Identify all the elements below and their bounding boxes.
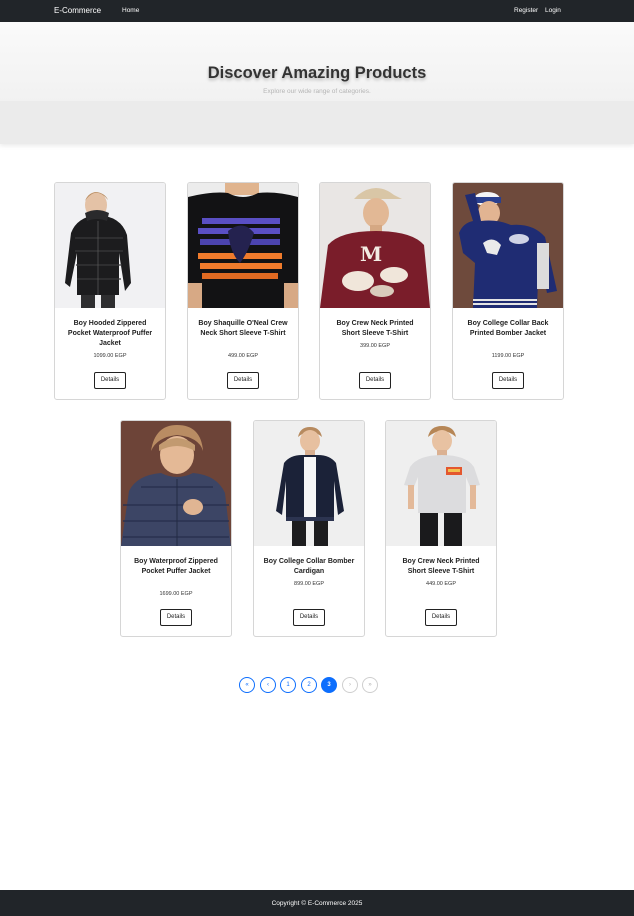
hero-title: Discover Amazing Products [207,64,427,82]
product-title[interactable]: Boy Crew Neck Printed Short Sleeve T-Shi… [328,319,422,339]
product-title[interactable]: Boy Shaquille O'Neal Crew Neck Short Sle… [196,319,290,339]
product-card: Boy College Collar Bomber Cardigan 899.0… [253,420,365,637]
pagination-last-button: » [362,677,378,693]
details-button[interactable]: Details [227,372,259,389]
pagination-page-2[interactable]: 2 [301,677,317,693]
nav-home-link[interactable]: Home [122,7,139,14]
product-price: 1199.00 EGP [491,353,525,359]
product-card: M Boy Crew Neck Printed Short Sleeve T-S… [319,182,431,400]
pagination-page-1[interactable]: 1 [280,677,296,693]
product-card: Boy College Collar Back Printed Bomber J… [452,182,564,400]
pagination-first-button[interactable]: « [239,677,255,693]
details-button[interactable]: Details [492,372,524,389]
product-title[interactable]: Boy College Collar Bomber Cardigan [262,557,356,577]
details-button[interactable]: Details [160,609,192,626]
navbar: E-Commerce Home Register Login [0,0,634,22]
product-card: Boy Shaquille O'Neal Crew Neck Short Sle… [187,182,299,400]
product-price: 1699.00 EGP [159,591,193,597]
product-image-navy-bomber-cardigan[interactable] [254,421,364,546]
product-card: Boy Hooded Zippered Pocket Waterproof Pu… [54,182,166,400]
product-price: 1099.00 EGP [93,353,127,359]
footer-copyright: Copyright © E-Commerce 2025 [271,900,363,907]
details-button[interactable]: Details [94,372,126,389]
product-image-maroon-printed-tshirt[interactable]: M [320,183,430,308]
product-image-black-puffer-jacket[interactable] [55,183,165,308]
product-card: Boy Crew Neck Printed Short Sleeve T-Shi… [385,420,497,637]
details-button[interactable]: Details [359,372,391,389]
pagination-next-button: › [342,677,358,693]
product-price: 399.00 EGP [360,343,390,349]
footer: Copyright © E-Commerce 2025 [0,890,634,916]
product-price: 449.00 EGP [426,581,456,587]
product-title[interactable]: Boy Crew Neck Printed Short Sleeve T-Shi… [394,557,488,577]
product-card: Boy Waterproof Zippered Pocket Puffer Ja… [120,420,232,637]
brand-link[interactable]: E-Commerce [54,6,101,15]
details-button[interactable]: Details [425,609,457,626]
product-price: 899.00 EGP [294,581,324,587]
product-title[interactable]: Boy Hooded Zippered Pocket Waterproof Pu… [63,319,157,348]
hero-banner: Discover Amazing Products Explore our wi… [0,22,634,144]
hero-band [0,101,634,144]
product-image-blue-bomber-jacket[interactable] [453,183,563,308]
product-image-grey-printed-tshirt[interactable] [386,421,496,546]
product-title[interactable]: Boy Waterproof Zippered Pocket Puffer Ja… [129,557,223,577]
pagination-page-3[interactable]: 3 [321,677,337,693]
product-image-navy-puffer-jacket[interactable] [121,421,231,546]
nav-register-link[interactable]: Register [514,7,538,14]
product-title[interactable]: Boy College Collar Back Printed Bomber J… [461,319,555,339]
nav-login-link[interactable]: Login [545,7,561,14]
details-button[interactable]: Details [293,609,325,626]
svg-text:M: M [360,242,382,266]
hero-subtitle: Explore our wide range of categories. [263,88,371,95]
pagination-prev-button[interactable]: ‹ [260,677,276,693]
product-image-black-graphic-tshirt[interactable] [188,183,298,308]
product-price: 499.00 EGP [228,353,258,359]
